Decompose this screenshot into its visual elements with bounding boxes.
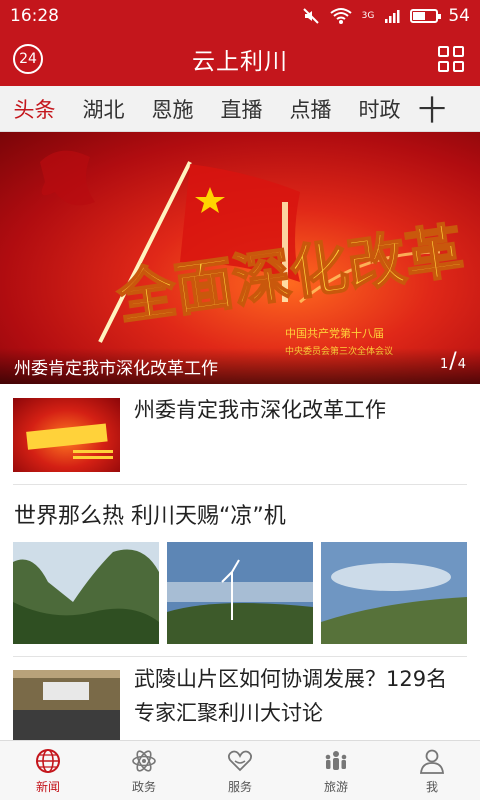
add-channel-button[interactable]: 十 — [414, 89, 450, 129]
network-type: 3G — [361, 10, 375, 21]
status-time: 16:28 — [10, 6, 59, 26]
news-thumbnail — [13, 398, 120, 472]
heart-hands-icon — [227, 750, 253, 771]
app-title: 云上利川 — [192, 49, 288, 75]
status-bar: 16:28 3G 54 — [0, 0, 480, 32]
nav-label: 我 — [425, 779, 438, 794]
battery-percent: 54 — [448, 6, 470, 26]
nav-label: 服务 — [227, 779, 252, 794]
news-headline: 州委肯定我市深化改革工作 — [134, 398, 386, 422]
news-photo[interactable] — [13, 542, 159, 644]
news-item[interactable]: 州委肯定我市深化改革工作 — [0, 384, 480, 484]
channel-tabs: 头条 湖北 恩施 直播 点播 时政 十 — [0, 86, 480, 132]
nav-label: 政务 — [131, 779, 156, 794]
news-item[interactable]: 武陵山片区如何协调发展？129名专家汇聚利川大讨论 — [0, 660, 480, 740]
banner-art-subtitle-1: 中国共产党第十八届 — [285, 326, 384, 340]
tab-live[interactable]: 直播 — [207, 94, 276, 124]
user-icon — [420, 749, 444, 774]
bottom-nav: 新闻 政务 服务 旅游 我 — [0, 740, 480, 800]
tab-politics[interactable]: 时政 — [345, 94, 414, 124]
globe-icon — [36, 748, 60, 773]
status-icons: 3G 54 — [302, 6, 470, 26]
news-thumbnail — [13, 670, 120, 740]
tab-headlines[interactable]: 头条 — [0, 94, 69, 124]
battery-icon — [410, 9, 442, 23]
news-photo[interactable] — [167, 542, 313, 644]
news-headline: 武陵山片区如何协调发展？129名专家汇聚利川大讨论 — [134, 667, 448, 725]
nav-government[interactable]: 政务 — [96, 741, 192, 800]
divider — [13, 656, 467, 657]
news-photo[interactable] — [321, 542, 467, 644]
banner-caption: 州委肯定我市深化改革工作 — [0, 348, 480, 384]
news-headline[interactable]: 世界那么热 利川天赐“凉”机 — [14, 498, 286, 530]
nav-label: 旅游 — [323, 779, 348, 794]
nav-news[interactable]: 新闻 — [0, 741, 96, 800]
news-24h-button[interactable]: 24 — [13, 44, 43, 74]
divider — [13, 484, 467, 485]
banner-page-current: 1 — [440, 357, 449, 372]
wifi-icon — [330, 8, 352, 24]
badge-number: 24 — [19, 51, 37, 67]
people-icon — [325, 750, 347, 770]
banner-page-total: 4 — [457, 357, 466, 372]
banner-image: 全面深化改革 中国共产党第十八届 中央委员会第三次全体会议 — [40, 150, 468, 357]
atom-icon — [132, 749, 156, 772]
nav-label: 新闻 — [35, 779, 60, 794]
banner-pagination: 1/4 — [440, 349, 466, 374]
nav-me[interactable]: 我 — [384, 741, 480, 800]
tab-enshi[interactable]: 恩施 — [138, 94, 207, 124]
tab-on-demand[interactable]: 点播 — [276, 94, 345, 124]
nav-services[interactable]: 服务 — [192, 741, 288, 800]
mute-icon — [302, 8, 319, 24]
signal-icon — [385, 10, 400, 23]
nav-tourism[interactable]: 旅游 — [288, 741, 384, 800]
tab-hubei[interactable]: 湖北 — [69, 94, 138, 124]
grid-icon[interactable] — [438, 46, 464, 72]
app-header: 24 云上利川 — [0, 32, 480, 86]
featured-banner[interactable]: 全面深化改革 中国共产党第十八届 中央委员会第三次全体会议 州委肯定我市深化改革… — [0, 132, 480, 384]
